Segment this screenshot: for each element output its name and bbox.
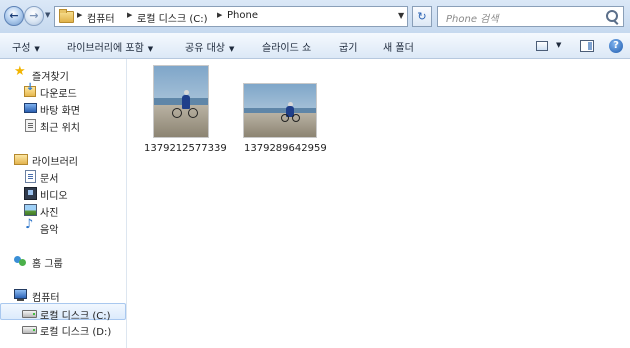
hard-drive-icon bbox=[22, 310, 37, 318]
file-name: 1379212577339 bbox=[144, 143, 227, 154]
nav-music[interactable]: ♪ 음악 bbox=[0, 217, 126, 236]
folder-icon bbox=[59, 9, 74, 23]
burn-button[interactable]: 굽기 bbox=[339, 39, 357, 54]
breadcrumb-local-disk-c[interactable]: 로컬 디스크 (C:) bbox=[137, 10, 208, 25]
nav-favorites[interactable]: ★ 즐겨찾기 bbox=[0, 64, 126, 83]
view-options-dropdown-icon[interactable]: ▼ bbox=[556, 41, 561, 49]
nav-label: 로컬 디스크 (D:) bbox=[40, 327, 112, 338]
image-thumbnail bbox=[243, 83, 317, 138]
refresh-button[interactable]: ↻ bbox=[412, 6, 432, 27]
navigation-pane: ★ 즐겨찾기 다운로드 바탕 화면 최근 위치 라이브러리 문서 비디오 사진 … bbox=[0, 59, 127, 348]
nav-label: 비디오 bbox=[40, 191, 68, 202]
nav-label: 최근 위치 bbox=[40, 123, 80, 134]
help-icon[interactable]: ? bbox=[609, 39, 623, 53]
nav-recent-places[interactable]: 최근 위치 bbox=[0, 116, 126, 134]
file-item[interactable]: 1379212577339 bbox=[137, 61, 237, 161]
slide-show-button[interactable]: 슬라이드 쇼 bbox=[262, 39, 311, 54]
include-in-library-menu[interactable]: 라이브러리에 포함 ▼ bbox=[67, 39, 153, 54]
star-icon: ★ bbox=[14, 64, 26, 79]
computer-icon bbox=[14, 289, 27, 301]
nav-downloads[interactable]: 다운로드 bbox=[0, 82, 126, 100]
nav-local-disk-c[interactable]: 로컬 디스크 (C:) bbox=[0, 303, 126, 322]
chevron-right-icon[interactable]: ▶ bbox=[77, 11, 82, 19]
caret-down-icon: ▼ bbox=[147, 45, 154, 53]
recent-pages-dropdown[interactable]: ▼ bbox=[45, 11, 50, 19]
search-icon[interactable] bbox=[606, 10, 618, 22]
caret-down-icon: ▼ bbox=[228, 45, 235, 53]
change-view-icon[interactable] bbox=[536, 41, 548, 51]
search-input[interactable]: Phone 검색 bbox=[446, 10, 499, 25]
address-history-dropdown-icon[interactable]: ▼ bbox=[398, 11, 404, 20]
nav-libraries[interactable]: 라이브러리 bbox=[0, 150, 126, 168]
preview-pane-icon[interactable] bbox=[580, 40, 594, 52]
nav-label: 홈 그룹 bbox=[32, 259, 63, 270]
nav-label: 사진 bbox=[40, 208, 59, 219]
music-icon: ♪ bbox=[25, 217, 34, 232]
file-item[interactable]: 1379289642959 bbox=[235, 61, 335, 161]
nav-documents[interactable]: 문서 bbox=[0, 167, 126, 185]
chevron-right-icon[interactable]: ▶ bbox=[217, 11, 222, 19]
nav-pictures[interactable]: 사진 bbox=[0, 201, 126, 219]
hard-drive-icon bbox=[22, 326, 37, 334]
breadcrumb-computer[interactable]: 컴퓨터 bbox=[87, 10, 115, 25]
nav-label: 다운로드 bbox=[40, 89, 77, 100]
image-thumbnail bbox=[153, 65, 209, 138]
caret-down-icon: ▼ bbox=[34, 45, 40, 53]
chevron-right-icon[interactable]: ▶ bbox=[127, 11, 132, 19]
nav-label: 문서 bbox=[40, 174, 59, 185]
nav-desktop[interactable]: 바탕 화면 bbox=[0, 99, 126, 117]
back-button[interactable]: ← bbox=[4, 6, 24, 26]
nav-homegroup[interactable]: 홈 그룹 bbox=[0, 252, 126, 270]
videos-icon bbox=[24, 187, 37, 200]
pictures-icon bbox=[24, 204, 37, 216]
share-with-menu[interactable]: 공유 대상 ▼ bbox=[185, 39, 234, 54]
desktop-icon bbox=[24, 103, 37, 113]
nav-label: 컴퓨터 bbox=[32, 293, 60, 304]
nav-videos[interactable]: 비디오 bbox=[0, 184, 126, 202]
address-bar-area: ← → ▼ ▶ 컴퓨터 ▶ 로컬 디스크 (C:) ▶ Phone ▼ ↻ Ph… bbox=[0, 0, 630, 33]
libraries-icon bbox=[14, 154, 28, 165]
file-name: 1379289642959 bbox=[244, 143, 327, 154]
search-box[interactable]: Phone 검색 bbox=[437, 6, 624, 27]
nav-label: 즐겨찾기 bbox=[32, 72, 69, 83]
nav-label: 바탕 화면 bbox=[40, 106, 80, 117]
organize-menu[interactable]: 구성 ▼ bbox=[12, 39, 40, 54]
nav-local-disk-d[interactable]: 로컬 디스크 (D:) bbox=[0, 320, 126, 338]
homegroup-icon bbox=[14, 254, 26, 266]
file-list: 1379212577339 1379289642959 bbox=[127, 59, 630, 348]
downloads-folder-icon bbox=[24, 82, 36, 97]
new-folder-button[interactable]: 새 폴더 bbox=[383, 39, 414, 54]
recent-places-icon bbox=[25, 119, 36, 132]
forward-button[interactable]: → bbox=[24, 6, 44, 26]
nav-label: 라이브러리 bbox=[32, 157, 78, 168]
address-box[interactable]: ▶ 컴퓨터 ▶ 로컬 디스크 (C:) ▶ Phone ▼ bbox=[54, 6, 408, 27]
documents-icon bbox=[25, 170, 36, 183]
nav-label: 음악 bbox=[40, 225, 59, 236]
breadcrumb-phone[interactable]: Phone bbox=[227, 10, 258, 21]
nav-computer[interactable]: 컴퓨터 bbox=[0, 286, 126, 304]
command-bar: 구성 ▼ 라이브러리에 포함 ▼ 공유 대상 ▼ 슬라이드 쇼 굽기 새 폴더 ▼ ? bbox=[0, 33, 630, 59]
